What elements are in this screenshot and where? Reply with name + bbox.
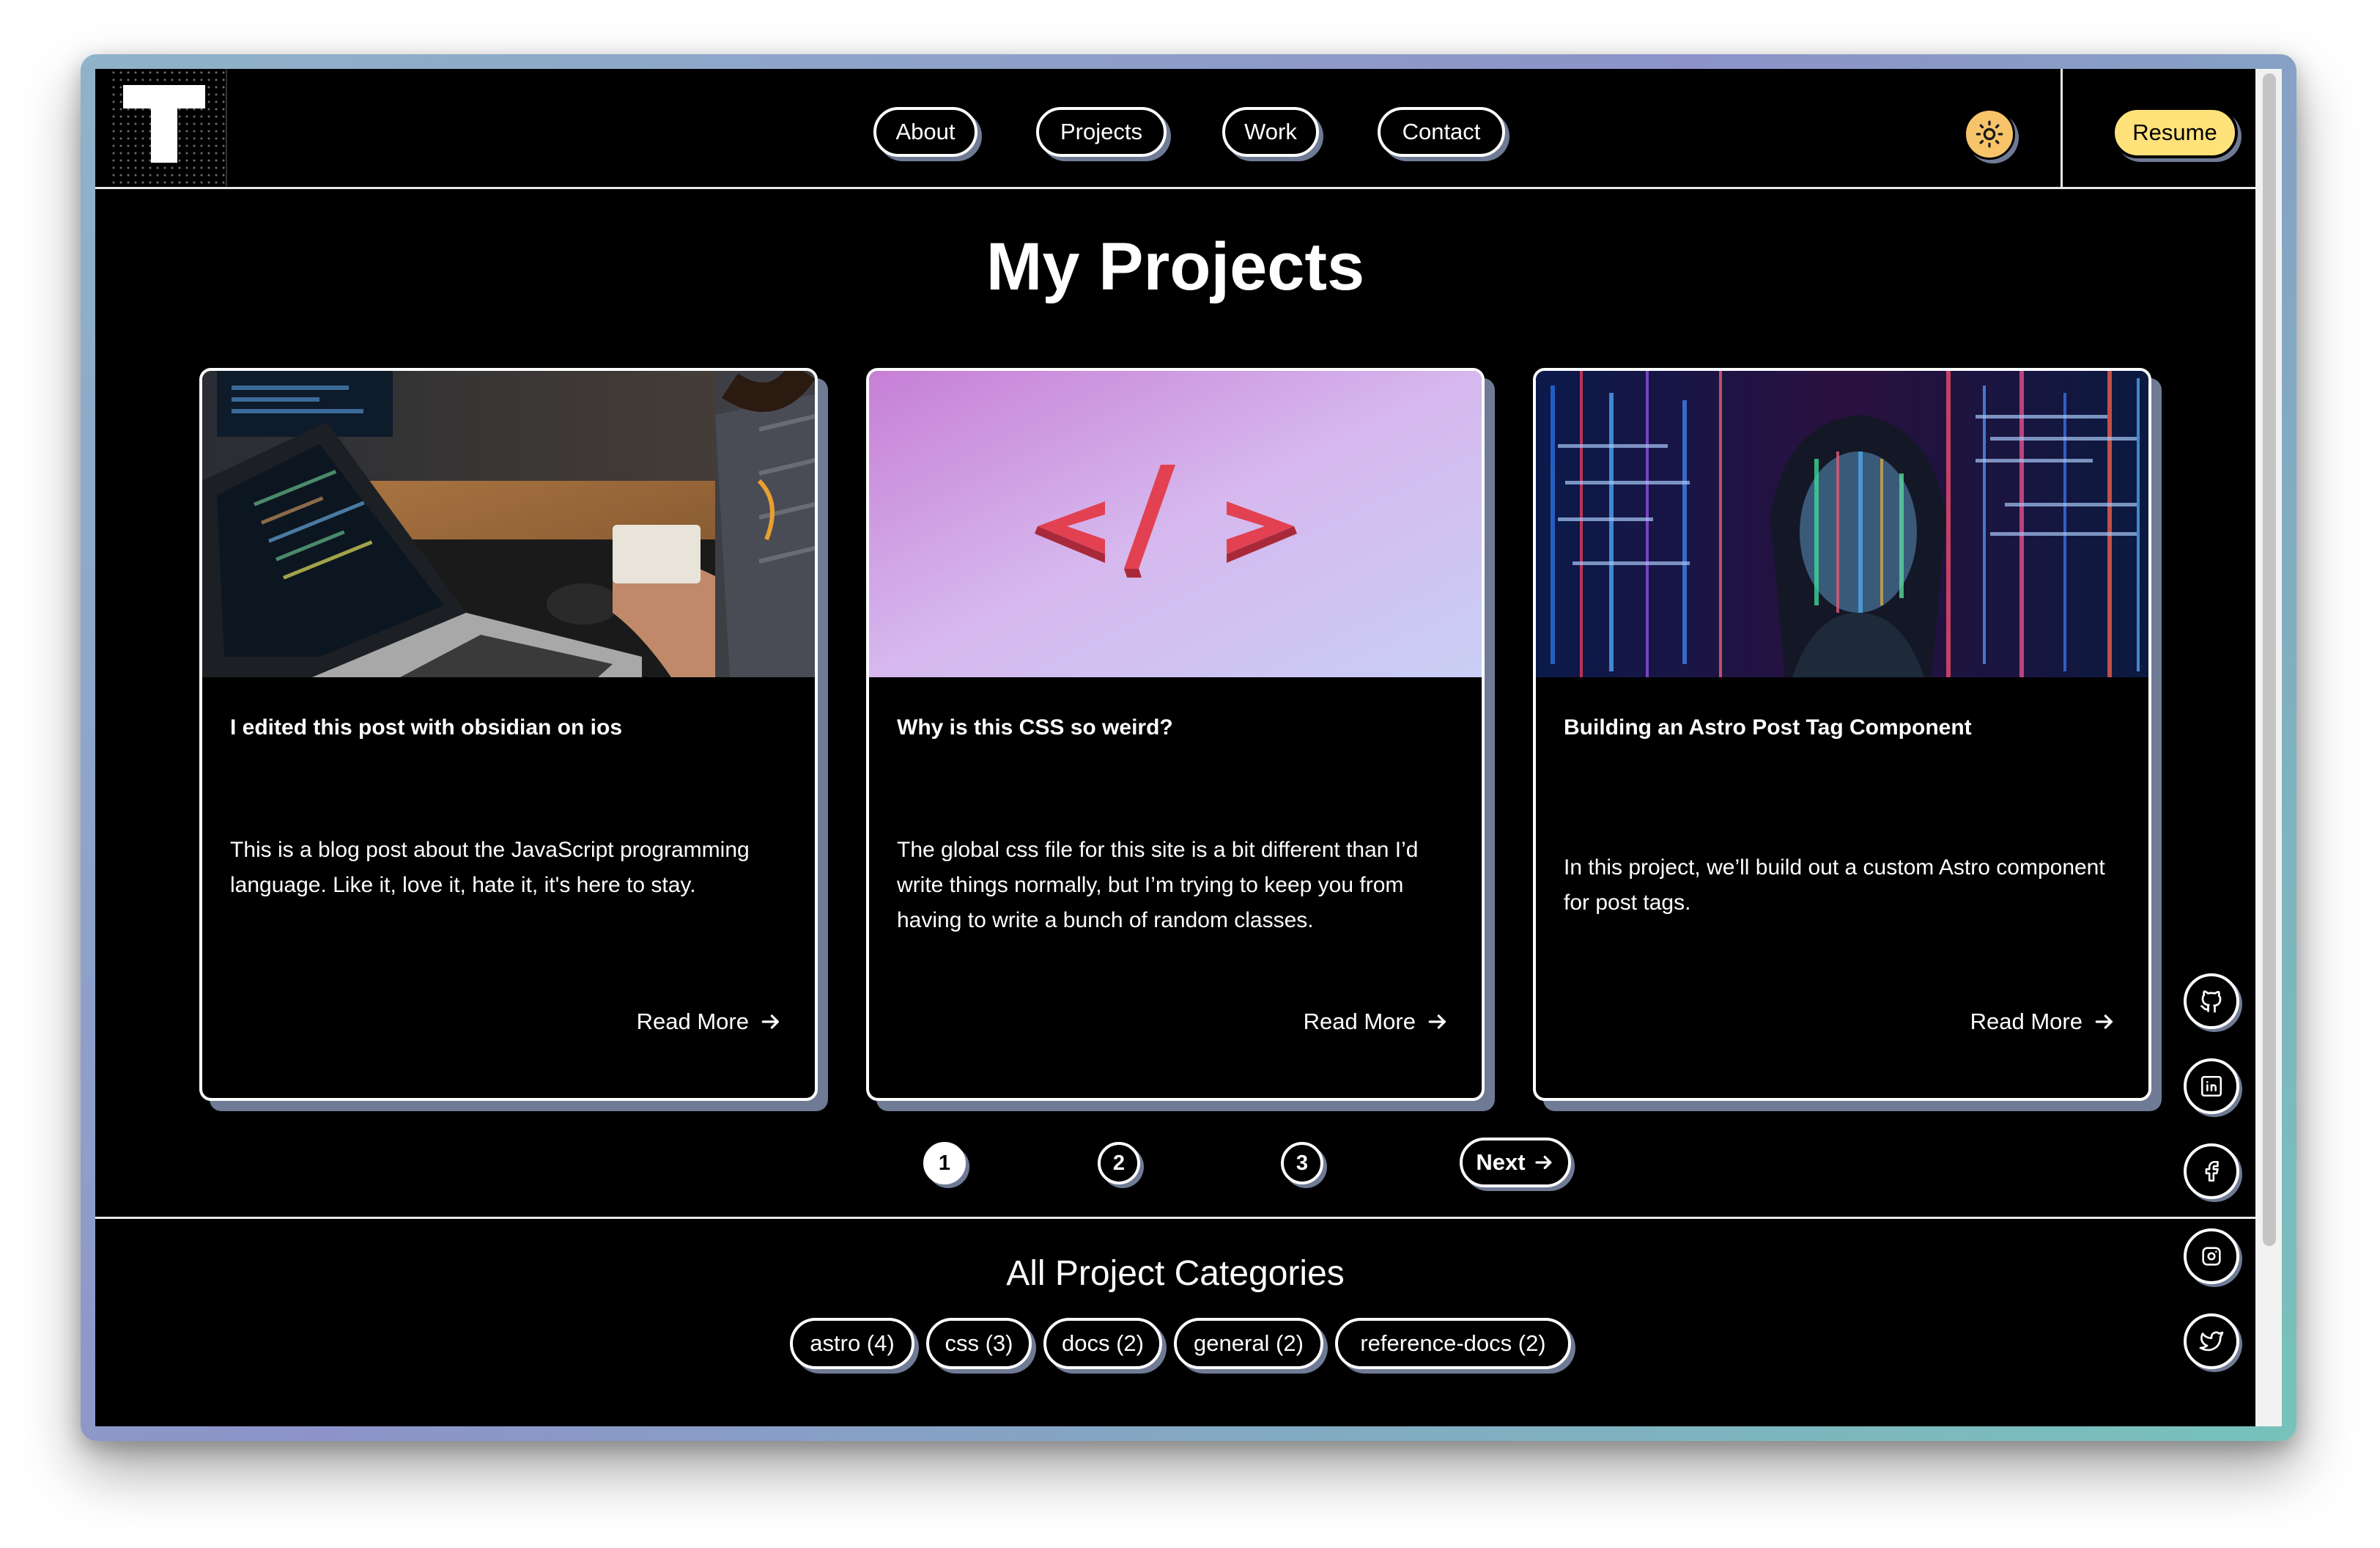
read-more-label: Read More [1970,1009,2082,1034]
category-tag-reference-docs[interactable]: reference-docs (2) [1335,1318,1571,1369]
project-card[interactable]: Why is this CSS so weird? The global css… [866,368,1485,1101]
instagram-icon [2202,1247,2221,1266]
viewport: About Projects Work Contact Resume My Pr… [95,69,2282,1426]
nav-contact[interactable]: Contact [1378,107,1505,157]
browser-window: About Projects Work Contact Resume My Pr… [81,54,2296,1441]
site-header: About Projects Work Contact Resume [95,69,2255,189]
read-more-link[interactable]: Read More [1970,1009,2116,1035]
next-label: Next [1476,1149,1526,1175]
pagination-page-1[interactable]: 1 [923,1142,966,1184]
read-more-link[interactable]: Read More [1304,1009,1449,1035]
linkedin-icon [2200,1075,2222,1097]
nav-about-label: About [895,119,956,144]
pagination-next-button[interactable]: Next [1460,1138,1571,1187]
resume-label: Resume [2132,119,2217,145]
main-nav: About Projects Work Contact [95,107,2255,160]
github-link[interactable] [2184,973,2239,1029]
card-image-laptop [202,371,815,677]
nav-contact-label: Contact [1402,119,1481,144]
github-icon [2200,990,2222,1013]
card-image-code-brackets [869,371,1482,677]
scrollbar[interactable] [2255,69,2282,1426]
twitter-link[interactable] [2184,1313,2239,1369]
categories-title: All Project Categories [1006,1254,1345,1293]
header-divider [2061,69,2063,188]
facebook-icon [2205,1160,2219,1182]
nav-projects-label: Projects [1060,119,1142,144]
facebook-link[interactable] [2184,1143,2239,1199]
sun-icon [1976,120,2003,148]
card-title[interactable]: Why is this CSS so weird? [897,715,1173,740]
category-tag-docs[interactable]: docs (2) [1043,1318,1162,1369]
card-description: The global css file for this site is a b… [897,838,1419,932]
read-more-link[interactable]: Read More [637,1009,783,1035]
category-tag-css[interactable]: css (3) [926,1318,1032,1369]
arrow-right-icon [1428,1014,1446,1029]
read-more-label: Read More [636,1009,749,1034]
nav-work-label: Work [1244,119,1297,144]
arrow-right-icon [2095,1014,2113,1029]
category-tag-general[interactable]: general (2) [1174,1318,1323,1369]
project-card[interactable]: I edited this post with obsidian on ios … [199,368,818,1101]
read-more-label: Read More [1303,1009,1416,1034]
page: About Projects Work Contact Resume My Pr… [95,69,2255,1426]
pagination-page-3[interactable]: 3 [1281,1142,1323,1184]
card-image-projected-code [1536,371,2148,677]
section-divider [95,1217,2255,1219]
arrow-right-icon [1534,1155,1551,1170]
theme-toggle-button[interactable] [1964,108,2015,160]
scrollbar-thumb[interactable] [2263,73,2276,1246]
nav-about[interactable]: About [873,107,978,157]
card-description: In this project, we’ll build out a custo… [1564,855,2105,915]
nav-work[interactable]: Work [1222,107,1319,157]
category-tag-astro[interactable]: astro (4) [790,1318,914,1369]
instagram-link[interactable] [2184,1228,2239,1284]
resume-button[interactable]: Resume [2112,107,2238,158]
card-description: This is a blog post about the JavaScript… [230,838,750,897]
nav-projects[interactable]: Projects [1036,107,1167,157]
card-title[interactable]: Building an Astro Post Tag Component [1564,715,1972,740]
linkedin-link[interactable] [2184,1058,2239,1114]
project-card[interactable]: Building an Astro Post Tag Component In … [1533,368,2151,1101]
arrow-right-icon [761,1014,779,1029]
page-title: My Projects [986,229,1365,304]
card-title[interactable]: I edited this post with obsidian on ios [230,715,622,740]
pagination-page-2[interactable]: 2 [1098,1142,1140,1184]
twitter-icon [2199,1331,2224,1352]
